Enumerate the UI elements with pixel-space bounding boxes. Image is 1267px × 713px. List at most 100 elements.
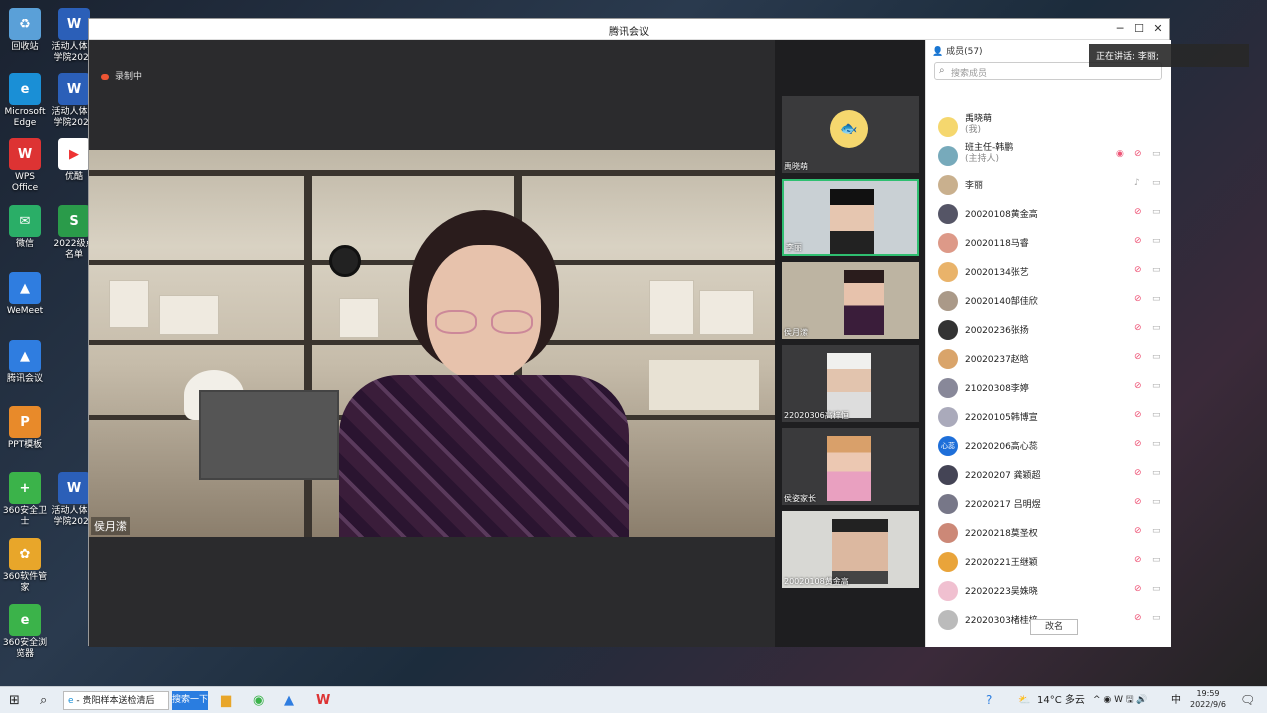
search-icon[interactable]: ⌕: [40, 691, 47, 710]
member-row[interactable]: 21020308李婷 ⊘ ▭: [926, 373, 1172, 402]
rename-button[interactable]: 改名: [1030, 619, 1078, 635]
member-row[interactable]: 20020140郜佳欣 ⊘ ▭: [926, 286, 1172, 315]
desktop-icon[interactable]: ♻ 回收站: [1, 8, 49, 53]
start-icon[interactable]: ⊞: [9, 691, 20, 710]
desktop-icon[interactable]: ▲ 腾讯会议: [1, 340, 49, 385]
camera-off-icon[interactable]: ▭: [1152, 352, 1161, 362]
close-button[interactable]: ✕: [1149, 21, 1167, 37]
avatar: [938, 291, 958, 311]
desktop-icon[interactable]: +360安全卫士: [1, 472, 49, 528]
folder-icon[interactable]: ▆: [221, 691, 231, 710]
camera-off-icon[interactable]: ▭: [1152, 468, 1161, 478]
thumb-tile[interactable]: 20020108黄金高: [782, 511, 919, 588]
weather-icon: ⛅: [1018, 695, 1031, 706]
mic-muted-icon[interactable]: ⊘: [1134, 526, 1142, 536]
thumb-name: 禹晓萌: [784, 162, 808, 171]
mic-muted-icon[interactable]: ⊘: [1134, 265, 1142, 275]
camera-off-icon[interactable]: ▭: [1152, 497, 1161, 507]
member-name: 22020217 吕明煜: [965, 500, 1041, 510]
clock[interactable]: 19:59 2022/9/6: [1190, 688, 1226, 709]
member-row[interactable]: 20020134张艺 ⊘ ▭: [926, 257, 1172, 286]
desktop-icon[interactable]: e 360安全浏览器: [1, 604, 49, 660]
thumb-tile[interactable]: 李丽: [782, 179, 919, 256]
title-bar[interactable]: 腾讯会议 ─ ☐ ✕: [89, 19, 1169, 40]
camera-off-icon[interactable]: ▭: [1152, 294, 1161, 304]
camera-off-icon[interactable]: ▭: [1152, 439, 1161, 449]
weather-text[interactable]: 14°C 多云: [1037, 691, 1085, 710]
desktop-icon[interactable]: ▲ WeMeet: [1, 272, 49, 317]
desktop-icon[interactable]: W WPS Office: [1, 138, 49, 194]
camera-off-icon[interactable]: ▭: [1152, 178, 1161, 188]
mic-muted-icon[interactable]: ♪: [1134, 178, 1140, 188]
desktop-icon[interactable]: ✉ 微信: [1, 205, 49, 250]
camera-off-icon[interactable]: ▭: [1152, 555, 1161, 565]
camera-off-icon[interactable]: ▭: [1152, 526, 1161, 536]
mic-muted-icon[interactable]: ⊘: [1134, 323, 1142, 333]
maximize-button[interactable]: ☐: [1130, 21, 1148, 37]
mic-muted-icon[interactable]: ⊘: [1134, 410, 1142, 420]
member-row[interactable]: 22020218莫圣权 ⊘ ▭: [926, 518, 1172, 547]
mic-muted-icon[interactable]: ⊘: [1134, 497, 1142, 507]
member-row[interactable]: 李丽 ♪ ▭: [926, 170, 1172, 199]
search-go-button[interactable]: 搜索一下: [172, 691, 208, 710]
taskbar: ⊞ ⌕ e - 贵阳样本送检清后 搜索一下 ▆ ◉ ▲ W ? ⛅ 14°C 多…: [0, 686, 1267, 713]
thumb-tile[interactable]: 22020306高梓恒: [782, 345, 919, 422]
member-row[interactable]: 20020118马睿 ⊘ ▭: [926, 228, 1172, 257]
member-row[interactable]: 20020237赵晗 ⊘ ▭: [926, 344, 1172, 373]
minimize-button[interactable]: ─: [1111, 21, 1129, 37]
thumb-tile[interactable]: 🐟 禹晓萌: [782, 96, 919, 173]
member-row[interactable]: 22020221王继颖 ⊘ ▭: [926, 547, 1172, 576]
member-row[interactable]: 22020223吴姝晓 ⊘ ▭: [926, 576, 1172, 605]
camera-off-icon[interactable]: ▭: [1152, 236, 1161, 246]
mic-muted-icon[interactable]: ⊘: [1134, 439, 1142, 449]
member-name: 20020140郜佳欣: [965, 297, 1038, 307]
camera-off-icon[interactable]: ▭: [1152, 265, 1161, 275]
camera-off-icon[interactable]: ▭: [1152, 323, 1161, 333]
mic-muted-icon[interactable]: ⊘: [1134, 207, 1142, 217]
member-row[interactable]: 班主任-韩鹏 (主持人) ⊘ ▭ ◉: [926, 141, 1172, 170]
desktop-icon[interactable]: P PPT模板: [1, 406, 49, 451]
mic-muted-icon[interactable]: ⊘: [1134, 584, 1142, 594]
camera-off-icon[interactable]: ▭: [1152, 584, 1161, 594]
video-stage: 录制中 侯月潆 🐟 禹晓萌 李丽 侯月潆 22020306高梓恒 侯姿家长 20…: [89, 40, 925, 647]
ime-indicator[interactable]: 中: [1171, 691, 1181, 710]
member-row[interactable]: 22020217 吕明煜 ⊘ ▭: [926, 489, 1172, 518]
desktop-icon[interactable]: e Microsoft Edge: [1, 73, 49, 129]
member-row[interactable]: 20020108黄金高 ⊘ ▭: [926, 199, 1172, 228]
mic-muted-icon[interactable]: ⊘: [1134, 381, 1142, 391]
mic-muted-icon[interactable]: ⊘: [1134, 468, 1142, 478]
desktop-icon[interactable]: ✿ 360软件管家: [1, 538, 49, 594]
member-row[interactable]: 20020236张扬 ⊘ ▭: [926, 315, 1172, 344]
thumb-tile[interactable]: 侯姿家长: [782, 428, 919, 505]
help-icon[interactable]: ?: [986, 691, 992, 710]
notification-icon[interactable]: 🗨: [1240, 691, 1255, 710]
wemeet-icon[interactable]: ▲: [284, 691, 294, 710]
camera-off-icon[interactable]: ▭: [1152, 410, 1161, 420]
camera-off-icon[interactable]: ▭: [1152, 381, 1161, 391]
thumb-tile[interactable]: 侯月潆: [782, 262, 919, 339]
members-count: 成员(57): [946, 47, 983, 57]
mic-muted-icon[interactable]: ⊘: [1134, 149, 1142, 159]
browser-360-icon[interactable]: ◉: [253, 691, 264, 710]
mic-muted-icon[interactable]: ⊘: [1134, 613, 1142, 623]
mic-muted-icon[interactable]: ⊘: [1134, 352, 1142, 362]
mic-muted-icon[interactable]: ⊘: [1134, 294, 1142, 304]
camera-off-icon[interactable]: ▭: [1152, 149, 1161, 159]
camera-off-icon[interactable]: ▭: [1152, 207, 1161, 217]
app-icon: S: [58, 205, 90, 237]
taskbar-search-box[interactable]: e - 贵阳样本送检清后: [63, 691, 169, 710]
main-video[interactable]: 侯月潆: [89, 150, 775, 537]
mic-muted-icon[interactable]: ⊘: [1134, 236, 1142, 246]
tray-icons[interactable]: ^ ◉ W 🖫 🔊: [1093, 691, 1148, 710]
desktop-icon-label: 微信: [15, 239, 34, 249]
thumb-name: 20020108黄金高: [784, 577, 849, 586]
wps-icon[interactable]: W: [316, 691, 330, 710]
member-row[interactable]: 22020105韩博宣 ⊘ ▭: [926, 402, 1172, 431]
mic-muted-icon[interactable]: ⊘: [1134, 555, 1142, 565]
avatar: [938, 117, 958, 137]
member-row[interactable]: 心蕊 22020206高心蕊 ⊘ ▭: [926, 431, 1172, 460]
app-icon: ✿: [9, 538, 41, 570]
member-row[interactable]: 22020207 龚颖超 ⊘ ▭: [926, 460, 1172, 489]
camera-off-icon[interactable]: ▭: [1152, 613, 1161, 623]
member-row[interactable]: 禹晓萌 (我): [926, 112, 1172, 141]
